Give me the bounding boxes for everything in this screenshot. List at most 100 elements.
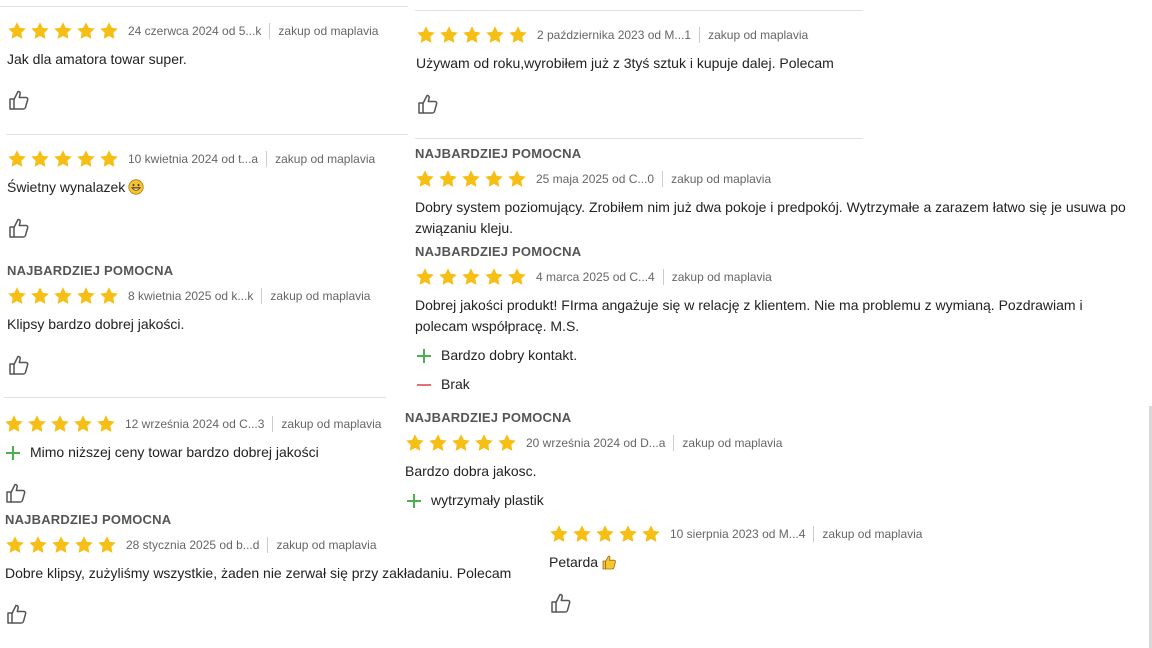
star-icon bbox=[31, 287, 49, 304]
pro-text: Bardzo dobry kontakt. bbox=[441, 347, 578, 363]
review-date: 8 kwietnia 2025 od k...k bbox=[128, 289, 254, 303]
star-icon bbox=[31, 150, 49, 167]
review-text: Jak dla amatora towar super. bbox=[7, 51, 187, 67]
star-icon bbox=[100, 150, 118, 167]
star-icon bbox=[97, 415, 115, 432]
plus-icon bbox=[417, 348, 431, 363]
review-card: 10 sierpnia 2023 od M...4 zakup od mapla… bbox=[549, 522, 922, 615]
star-icon bbox=[498, 434, 516, 451]
star-icon bbox=[51, 415, 69, 432]
purchase-source: zakup od maplavia bbox=[278, 24, 379, 38]
star-icon bbox=[416, 268, 434, 285]
star-icon bbox=[596, 525, 614, 542]
thumbs-up-icon[interactable] bbox=[5, 602, 29, 626]
star-icon bbox=[77, 150, 95, 167]
purchase-source: zakup od maplavia bbox=[276, 538, 377, 552]
star-icon bbox=[8, 22, 26, 39]
star-icon bbox=[28, 415, 46, 432]
review-card: 2 października 2023 od M...1 zakup od ma… bbox=[416, 23, 834, 116]
purchase-source: zakup od maplavia bbox=[682, 436, 783, 450]
pro-item: Bardzo dobry kontakt. bbox=[415, 345, 1135, 366]
star-icon bbox=[462, 170, 480, 187]
star-icon bbox=[75, 536, 93, 553]
purchase-source: zakup od maplavia bbox=[671, 270, 772, 284]
review-text: Dobrej jakości produkt! FIrma angażuje s… bbox=[415, 297, 1083, 334]
star-rating bbox=[4, 414, 116, 434]
review-date: 4 marca 2025 od C...4 bbox=[536, 270, 655, 284]
star-icon bbox=[475, 434, 493, 451]
pro-text: Mimo niższej ceny towar bardzo dobrej ja… bbox=[30, 444, 319, 460]
divider bbox=[415, 10, 863, 11]
separator bbox=[673, 435, 675, 451]
review-meta: 12 września 2024 od C...3 zakup od mapla… bbox=[4, 412, 381, 436]
pro-item: Mimo niższej ceny towar bardzo dobrej ja… bbox=[4, 442, 381, 463]
star-icon bbox=[619, 525, 637, 542]
thumbs-up-icon[interactable] bbox=[7, 353, 31, 377]
plus-icon bbox=[407, 493, 421, 508]
star-icon bbox=[406, 434, 424, 451]
review-text: Petarda bbox=[549, 552, 922, 573]
star-icon bbox=[573, 525, 591, 542]
star-icon bbox=[550, 525, 568, 542]
star-icon bbox=[29, 536, 47, 553]
star-icon bbox=[485, 268, 503, 285]
most-helpful-badge: NAJBARDZIEJ POMOCNA bbox=[405, 410, 572, 425]
star-icon bbox=[462, 268, 480, 285]
review-card: 12 września 2024 od C...3 zakup od mapla… bbox=[4, 412, 381, 505]
star-icon bbox=[52, 536, 70, 553]
star-icon bbox=[486, 26, 504, 43]
purchase-source: zakup od maplavia bbox=[270, 289, 371, 303]
star-icon bbox=[463, 26, 481, 43]
star-icon bbox=[642, 525, 660, 542]
review-date: 10 sierpnia 2023 od M...4 bbox=[670, 527, 806, 541]
review-meta: 4 marca 2025 od C...4 zakup od maplavia bbox=[415, 265, 1135, 289]
star-rating bbox=[415, 169, 527, 189]
most-helpful-badge: NAJBARDZIEJ POMOCNA bbox=[7, 263, 174, 278]
thumbs-up-icon[interactable] bbox=[7, 216, 31, 240]
review-card: 24 czerwca 2024 od 5...k zakup od maplav… bbox=[7, 19, 378, 112]
separator bbox=[269, 23, 271, 39]
most-helpful-badge: NAJBARDZIEJ POMOCNA bbox=[415, 146, 582, 161]
divider bbox=[415, 138, 863, 139]
thumbs-up-icon[interactable] bbox=[4, 481, 28, 505]
review-meta: 10 kwietnia 2024 od t...a zakup od mapla… bbox=[7, 147, 375, 171]
con-item: Brak bbox=[415, 374, 1135, 395]
star-icon bbox=[54, 287, 72, 304]
star-icon bbox=[5, 415, 23, 432]
separator bbox=[261, 288, 263, 304]
purchase-source: zakup od maplavia bbox=[822, 527, 923, 541]
separator bbox=[699, 27, 701, 43]
thumbs-up-icon[interactable] bbox=[416, 92, 440, 116]
thumbs-up-icon[interactable] bbox=[549, 591, 573, 615]
star-icon bbox=[98, 536, 116, 553]
purchase-source: zakup od maplavia bbox=[281, 417, 382, 431]
review-date: 28 stycznia 2025 od b...d bbox=[126, 538, 260, 552]
thumbs-up-icon[interactable] bbox=[7, 88, 31, 112]
review-meta: 20 września 2024 od D...a zakup od mapla… bbox=[405, 431, 782, 455]
pro-text: wytrzymały plastik bbox=[431, 492, 544, 508]
separator bbox=[267, 537, 269, 553]
star-rating bbox=[5, 535, 117, 555]
review-card: NAJBARDZIEJ POMOCNA 28 stycznia 2025 od … bbox=[5, 511, 511, 626]
star-icon bbox=[439, 170, 457, 187]
divider bbox=[6, 134, 408, 135]
star-icon bbox=[508, 170, 526, 187]
star-icon bbox=[439, 268, 457, 285]
star-icon bbox=[54, 22, 72, 39]
most-helpful-badge: NAJBARDZIEJ POMOCNA bbox=[5, 512, 172, 527]
review-card: NAJBARDZIEJ POMOCNA 20 września 2024 od … bbox=[405, 409, 782, 511]
star-icon bbox=[8, 287, 26, 304]
purchase-source: zakup od maplavia bbox=[275, 152, 376, 166]
star-icon bbox=[485, 170, 503, 187]
star-icon bbox=[54, 150, 72, 167]
star-icon bbox=[509, 26, 527, 43]
star-icon bbox=[100, 22, 118, 39]
thumbs-up-emoji-icon bbox=[602, 555, 616, 570]
star-rating bbox=[7, 21, 119, 41]
review-date: 2 października 2023 od M...1 bbox=[537, 28, 692, 42]
divider bbox=[0, 6, 408, 7]
review-date: 10 kwietnia 2024 od t...a bbox=[128, 152, 259, 166]
review-text: Dobre klipsy, zużyliśmy wszystkie, żaden… bbox=[5, 565, 512, 581]
star-icon bbox=[100, 287, 118, 304]
star-rating bbox=[416, 25, 528, 45]
